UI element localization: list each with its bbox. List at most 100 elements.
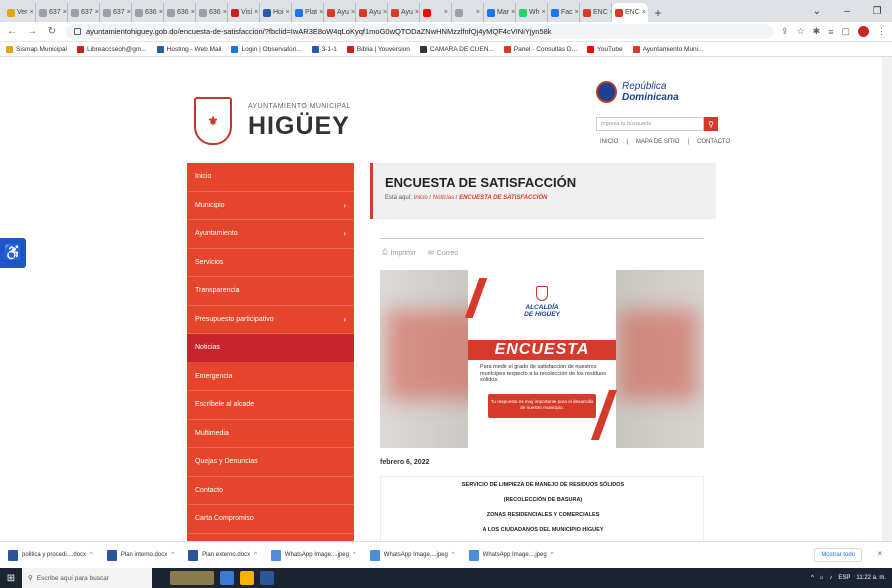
address-bar[interactable]: ayuntamientohiguey.gob.do/encuesta-de-sa… <box>66 24 774 39</box>
bookmark-item[interactable]: Ayuntamiento Muni... <box>632 45 704 53</box>
close-icon[interactable]: × <box>877 549 882 558</box>
chevron-up-icon[interactable]: ^ <box>171 552 174 558</box>
download-item[interactable]: Plan interno.docx ^ <box>106 549 174 561</box>
forward-button[interactable]: → <box>26 26 38 37</box>
bookmark-item[interactable]: Login | Observatori... <box>231 45 302 53</box>
browser-tab[interactable]: ENC× <box>580 3 612 22</box>
browser-tab[interactable]: Hoi × <box>260 3 292 22</box>
bookmark-item[interactable]: Panel - Consultas D... <box>503 45 577 53</box>
search-icon[interactable]: ⚲ <box>704 117 718 131</box>
close-icon[interactable]: × <box>191 9 195 16</box>
star-icon[interactable]: ☆ <box>797 26 805 37</box>
browser-tab[interactable]: Ver × <box>4 3 36 22</box>
breadcrumb-noticias[interactable]: Noticias <box>433 195 454 201</box>
close-icon[interactable]: × <box>286 9 290 16</box>
close-icon[interactable]: × <box>383 9 387 16</box>
close-icon[interactable]: × <box>159 9 163 16</box>
accessibility-icon[interactable]: ♿ <box>0 238 26 268</box>
sidebar-item[interactable]: Servicios <box>187 249 354 277</box>
email-button[interactable]: ✉ Correo <box>428 249 458 258</box>
reload-button[interactable]: ↻ <box>46 26 58 37</box>
browser-tab[interactable]: Fac × <box>548 3 580 22</box>
close-icon[interactable]: × <box>319 9 323 16</box>
sidebar-item[interactable]: Escríbele al alcade <box>187 391 354 420</box>
clock[interactable]: 11:22 a. m. <box>856 575 886 581</box>
chrome-icon[interactable] <box>240 571 254 585</box>
download-item[interactable]: WhatsApp Image....jpeg ^ <box>468 549 554 561</box>
chevron-up-icon[interactable]: ^ <box>254 552 257 558</box>
close-icon[interactable]: × <box>642 9 646 16</box>
close-icon[interactable]: × <box>254 9 258 16</box>
browser-tab[interactable]: × <box>420 3 452 22</box>
browser-tab[interactable]: 637 × <box>68 3 100 22</box>
bookmark-item[interactable]: 3-1-1 <box>311 45 337 53</box>
chevron-up-icon[interactable]: ^ <box>90 552 93 558</box>
republica-dominicana-logo[interactable]: República Dominicana <box>596 81 720 103</box>
split-view-icon[interactable]: ▢ <box>841 26 850 37</box>
volume-icon[interactable]: ♪ <box>829 575 832 581</box>
new-tab-button[interactable]: + <box>648 3 668 22</box>
close-icon[interactable]: × <box>95 9 99 16</box>
header-title[interactable]: HIGÜEY <box>248 112 350 141</box>
browser-tab[interactable]: 636 × <box>196 3 228 22</box>
sidebar-item[interactable]: Ayuntamiento › <box>187 220 354 249</box>
browser-tab[interactable]: Ayu × <box>324 3 356 22</box>
task-view-icon[interactable] <box>170 571 214 585</box>
restore-button[interactable]: ❐ <box>862 6 892 17</box>
windows-start-icon[interactable]: ⊞ <box>0 568 22 588</box>
browser-tab[interactable]: Mar × <box>484 3 516 22</box>
link-contacto[interactable]: CONTACTO <box>697 139 730 145</box>
bookmark-item[interactable]: Biblia | Youversion <box>346 45 410 53</box>
browser-tab[interactable]: 636 × <box>164 3 196 22</box>
close-icon[interactable]: × <box>542 9 546 16</box>
browser-tab[interactable]: × <box>452 3 484 22</box>
bookmark-item[interactable]: Libreaccseoh@gm... <box>76 45 147 53</box>
show-all-downloads-button[interactable]: Mostrar todo <box>814 548 862 562</box>
sidebar-item[interactable]: Contacto <box>187 477 354 505</box>
close-icon[interactable]: × <box>63 9 67 16</box>
word-icon[interactable] <box>260 571 274 585</box>
download-item[interactable]: politica y procedi....docx ^ <box>8 549 93 561</box>
tray-arrow-icon[interactable]: ^ <box>811 575 814 581</box>
sidebar-item[interactable]: Municipio › <box>187 192 354 220</box>
minimize-button[interactable]: – <box>832 6 862 17</box>
print-button[interactable]: ⎙ Imprimir <box>382 249 416 257</box>
close-icon[interactable]: × <box>223 9 227 16</box>
network-icon[interactable]: ⌂ <box>820 575 824 581</box>
bookmark-item[interactable]: Hosting - Web Mail <box>156 45 221 53</box>
tab-search-icon[interactable]: ⌄ <box>802 6 832 17</box>
breadcrumb-inicio[interactable]: Inicio <box>414 195 428 201</box>
site-search-input[interactable]: Ingresa tu búsqueda <box>596 117 704 131</box>
browser-tab[interactable]: Visi × <box>228 3 260 22</box>
file-explorer-icon[interactable] <box>220 571 234 585</box>
browser-tab[interactable]: Plat × <box>292 3 324 22</box>
taskbar-search[interactable]: ⚲ Escribe aquí para buscar <box>22 568 152 588</box>
back-button[interactable]: ← <box>6 26 18 37</box>
browser-tab[interactable]: 637 × <box>36 3 68 22</box>
link-mapa-de-sitio[interactable]: MAPA DE SITIO <box>636 139 680 145</box>
browser-tab[interactable]: 636 × <box>132 3 164 22</box>
bookmark-item[interactable]: YouTube <box>587 45 623 53</box>
extensions-icon[interactable]: ✱ <box>813 26 821 37</box>
close-icon[interactable]: × <box>575 9 579 16</box>
download-item[interactable]: WhatsApp Image....jpeg ^ <box>369 549 455 561</box>
close-icon[interactable]: × <box>444 9 448 16</box>
menu-icon[interactable]: ⋮ <box>877 26 886 37</box>
profile-avatar[interactable] <box>858 26 869 37</box>
download-item[interactable]: Plan externo.docx ^ <box>188 549 257 561</box>
browser-tab[interactable]: Ayu × <box>388 3 420 22</box>
browser-tab[interactable]: 637 × <box>100 3 132 22</box>
close-icon[interactable]: × <box>30 9 34 16</box>
sidebar-item[interactable]: Multimedia <box>187 420 354 448</box>
sidebar-item[interactable]: Noticias <box>187 334 354 363</box>
sidebar-item[interactable]: Carta Compromiso <box>187 505 354 534</box>
download-item[interactable]: WhatsApp Image....jpeg ^ <box>270 549 356 561</box>
close-icon[interactable]: × <box>511 9 515 16</box>
sidebar-item[interactable]: Quejas y Denuncias <box>187 448 354 477</box>
chevron-up-icon[interactable]: ^ <box>452 552 455 558</box>
close-icon[interactable]: × <box>351 9 355 16</box>
sidebar-item[interactable]: Inicio <box>187 163 354 192</box>
sidebar-item[interactable]: Rutas y Frecuencias <box>187 534 354 542</box>
active-browser-tab[interactable]: ENC × <box>612 3 648 22</box>
municipal-shield-logo[interactable]: ⚜ <box>194 97 232 145</box>
